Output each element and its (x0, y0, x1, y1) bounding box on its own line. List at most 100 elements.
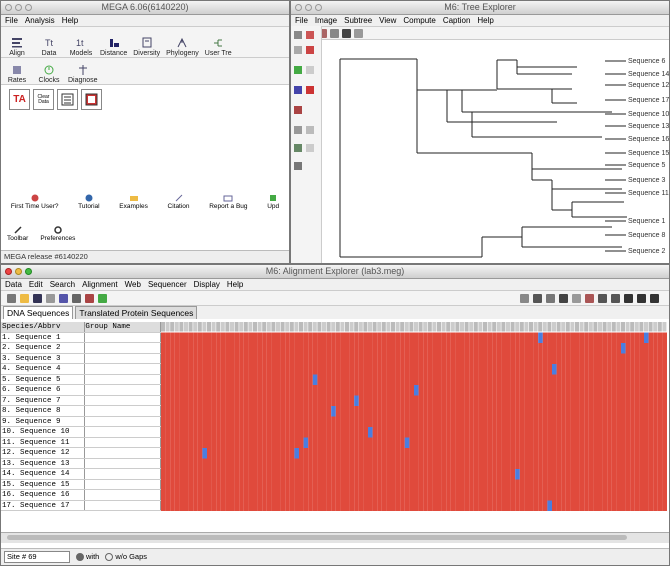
base-cell[interactable] (460, 469, 465, 480)
base-cell[interactable] (483, 332, 488, 344)
column-header-cell[interactable] (179, 322, 184, 332)
base-cell[interactable] (473, 364, 479, 375)
base-cell[interactable] (386, 458, 391, 470)
base-cell[interactable] (487, 406, 493, 417)
taxon-label[interactable]: Sequence 14 (628, 71, 669, 78)
base-cell[interactable] (524, 353, 529, 365)
base-cell[interactable] (220, 427, 226, 438)
base-cell[interactable] (395, 469, 401, 480)
base-cell[interactable] (432, 427, 437, 438)
base-cell[interactable] (312, 437, 318, 449)
base-cell[interactable] (312, 469, 318, 480)
base-cell[interactable] (276, 437, 281, 449)
base-cell[interactable] (478, 427, 483, 438)
base-cell[interactable] (570, 416, 575, 428)
base-cell[interactable] (188, 364, 194, 375)
column-header-cell[interactable] (211, 322, 216, 332)
base-cell[interactable] (584, 364, 589, 375)
base-cell[interactable] (285, 343, 290, 354)
base-cell[interactable] (648, 469, 654, 480)
base-cell[interactable] (524, 343, 529, 354)
base-cell[interactable] (542, 364, 548, 375)
base-cell[interactable] (202, 458, 207, 470)
base-cell[interactable] (257, 490, 263, 501)
base-cell[interactable] (312, 332, 318, 344)
base-cell[interactable] (529, 374, 534, 386)
base-cell[interactable] (303, 479, 309, 491)
base-cell[interactable] (262, 437, 267, 449)
base-cell[interactable] (414, 437, 419, 449)
base-cell[interactable] (400, 332, 405, 344)
base-cell[interactable] (211, 374, 217, 386)
taxon-label[interactable]: Sequence 5 (628, 162, 665, 169)
base-cell[interactable] (584, 437, 589, 449)
base-cell[interactable] (257, 427, 263, 438)
base-cell[interactable] (552, 416, 557, 428)
base-cell[interactable] (644, 479, 649, 491)
base-cell[interactable] (657, 332, 663, 344)
base-cell[interactable] (335, 364, 341, 375)
column-header-cell[interactable] (170, 322, 175, 332)
base-cell[interactable] (552, 385, 557, 396)
base-cell[interactable] (432, 385, 437, 396)
base-cell[interactable] (303, 395, 309, 407)
base-cell[interactable] (441, 385, 447, 396)
base-cell[interactable] (593, 395, 598, 407)
base-cell[interactable] (538, 395, 543, 407)
base-cell[interactable] (230, 332, 235, 344)
base-cell[interactable] (611, 448, 617, 459)
base-cell[interactable] (533, 490, 539, 501)
base-cell[interactable] (529, 427, 534, 438)
base-cell[interactable] (529, 448, 534, 459)
base-cell[interactable] (653, 395, 658, 407)
base-cell[interactable] (303, 385, 309, 396)
base-cell[interactable] (349, 469, 355, 480)
base-cell[interactable] (556, 416, 562, 428)
base-cell[interactable] (418, 490, 424, 501)
base-cell[interactable] (395, 500, 401, 512)
base-cell[interactable] (340, 332, 345, 344)
base-cell[interactable] (377, 437, 382, 449)
without-gaps-radio[interactable]: w/o Gaps (105, 549, 147, 565)
base-cell[interactable] (607, 385, 612, 396)
column-header-cell[interactable] (662, 322, 667, 332)
base-cell[interactable] (363, 490, 368, 501)
base-cell[interactable] (464, 385, 470, 396)
base-cell[interactable] (414, 469, 419, 480)
base-cell[interactable] (243, 479, 249, 491)
base-cell[interactable] (197, 416, 203, 428)
base-cell[interactable] (607, 479, 612, 491)
base-cell[interactable] (345, 374, 350, 386)
base-cell[interactable] (570, 395, 575, 407)
base-cell[interactable] (648, 416, 654, 428)
column-header-cell[interactable] (584, 322, 589, 332)
base-cell[interactable] (662, 458, 667, 470)
base-cell[interactable] (170, 479, 175, 491)
base-cell[interactable] (607, 448, 612, 459)
base-cell[interactable] (538, 427, 543, 438)
base-cell[interactable] (285, 469, 290, 480)
base-cell[interactable] (653, 490, 658, 501)
column-header-cell[interactable] (561, 322, 566, 332)
base-cell[interactable] (501, 406, 506, 417)
base-cell[interactable] (349, 395, 355, 407)
base-cell[interactable] (414, 353, 419, 365)
base-cell[interactable] (529, 353, 534, 365)
base-cell[interactable] (225, 437, 230, 449)
base-cell[interactable] (197, 469, 203, 480)
column-header-cell[interactable] (423, 322, 428, 332)
base-cell[interactable] (464, 374, 470, 386)
base-cell[interactable] (165, 500, 171, 512)
base-cell[interactable] (492, 332, 497, 344)
base-cell[interactable] (409, 395, 414, 407)
base-cell[interactable] (418, 416, 424, 428)
base-cell[interactable] (220, 490, 226, 501)
column-header-cell[interactable] (437, 322, 441, 332)
base-cell[interactable] (487, 364, 493, 375)
base-cell[interactable] (501, 364, 506, 375)
base-cell[interactable] (207, 406, 212, 417)
base-cell[interactable] (533, 500, 539, 512)
base-cell[interactable] (552, 469, 557, 480)
base-cell[interactable] (230, 353, 235, 365)
base-cell[interactable] (542, 479, 548, 491)
